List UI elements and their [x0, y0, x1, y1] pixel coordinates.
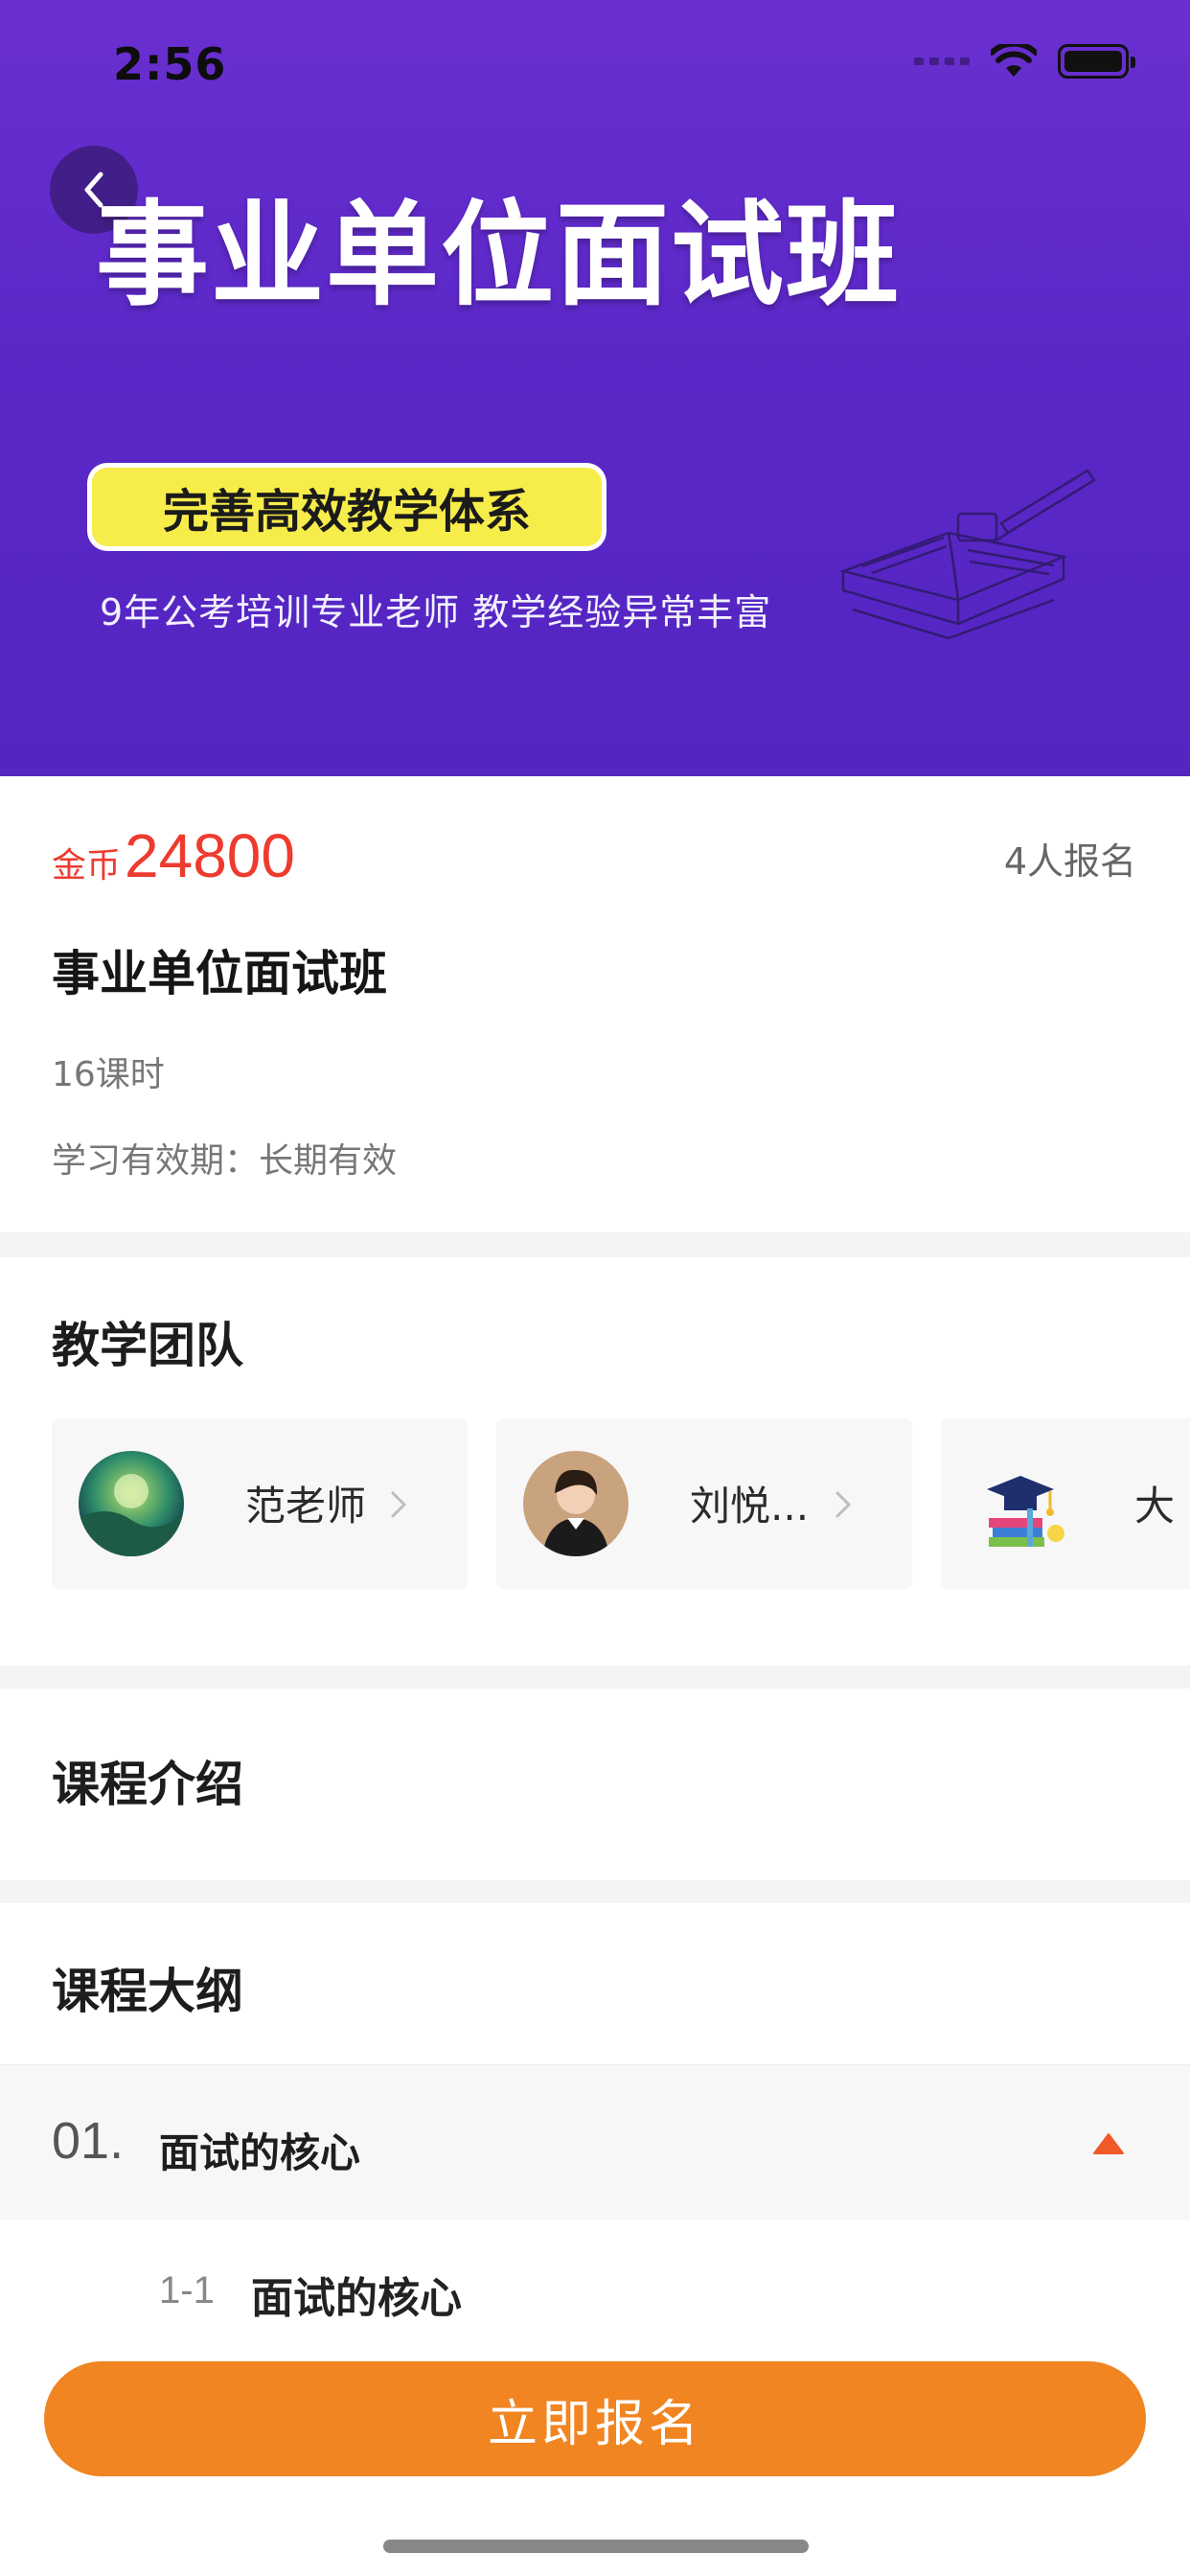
course-banner: 2:56 事业单位面试班 完善高效教学体系 9年公考培训专业老师 教学经验异常丰…	[0, 0, 1190, 776]
collapse-triangle-icon[interactable]	[1092, 2132, 1125, 2155]
banner-tagline-pill: 完善高效教学体系	[92, 468, 602, 546]
chapter-number: 01.	[52, 2112, 125, 2170]
graduation-cap-avatar-icon	[968, 1451, 1073, 1556]
teacher-name: 刘悦...	[690, 1483, 810, 1530]
status-icons	[914, 44, 1135, 79]
cellular-signal-icon	[914, 58, 970, 65]
teacher-card[interactable]: 刘悦...	[496, 1418, 912, 1589]
enroll-now-button[interactable]: 立即报名	[44, 2361, 1146, 2476]
chapter-title: 面试的核心	[159, 2129, 361, 2176]
avatar	[523, 1451, 629, 1556]
teacher-name: 范老师	[245, 1483, 367, 1530]
battery-icon	[1058, 44, 1135, 79]
course-hours: 16课时	[52, 1055, 165, 1094]
wifi-icon	[991, 44, 1037, 77]
course-intro-section: 课程介绍	[0, 1689, 1190, 1880]
teacher-card[interactable]: 范老师	[52, 1418, 468, 1589]
course-title: 事业单位面试班	[52, 946, 387, 1001]
teaching-team-section: 教学团队 范老师 刘悦... 大	[0, 1257, 1190, 1666]
course-validity: 学习有效期：长期有效	[52, 1141, 398, 1181]
section-divider	[0, 1880, 1190, 1903]
chevron-right-icon	[391, 1491, 407, 1518]
price-unit: 金币	[52, 846, 122, 886]
course-info: 金币 24800 4人报名 事业单位面试班 16课时 学习有效期：长期有效	[0, 776, 1190, 1232]
banner-title: 事业单位面试班	[96, 189, 902, 321]
section-divider	[0, 1232, 1190, 1257]
teacher-card[interactable]: 大	[941, 1418, 1190, 1589]
course-outline-title: 课程大纲	[52, 1964, 243, 2019]
chevron-right-icon	[835, 1491, 852, 1518]
lesson-number: 1-1	[159, 2269, 215, 2312]
chapter-row[interactable]: 01. 面试的核心	[0, 2064, 1190, 2220]
home-indicator	[383, 2540, 809, 2553]
lesson-title[interactable]: 面试的核心	[251, 2264, 462, 2325]
teaching-team-title: 教学团队	[52, 1318, 243, 1373]
section-divider	[0, 1666, 1190, 1689]
enroll-count: 4人报名	[1003, 840, 1136, 883]
status-bar: 2:56	[0, 0, 1190, 134]
banner-subtitle: 9年公考培训专业老师 教学经验异常丰富	[100, 591, 772, 633]
price-value: 24800	[125, 821, 295, 890]
course-intro-title: 课程介绍	[52, 1757, 243, 1812]
teacher-list[interactable]: 范老师 刘悦... 大	[52, 1418, 1190, 1589]
teacher-name: 大	[1134, 1483, 1176, 1530]
status-time: 2:56	[113, 38, 227, 90]
course-price: 金币 24800	[52, 820, 295, 891]
open-book-pen-illustration	[838, 469, 1096, 640]
avatar	[79, 1451, 184, 1556]
